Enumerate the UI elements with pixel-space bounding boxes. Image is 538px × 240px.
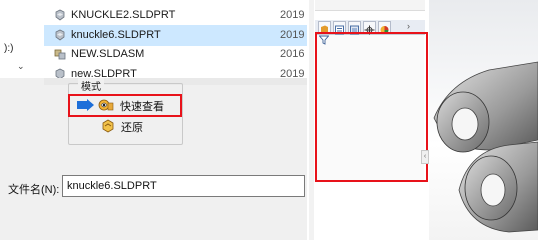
mode-group-title: 模式 [78,78,104,93]
restore-label: 还原 [121,122,143,134]
panel-highlight-box [315,32,428,182]
navigation-pane[interactable]: ):) ⌄ [0,0,44,78]
more-tabs-chevron-icon[interactable]: › [407,21,410,31]
chevron-down-icon[interactable]: ⌄ [17,61,25,72]
sw-assembly-file-icon [54,49,66,60]
solidworks-window: › ‹ [307,0,538,240]
filename-value: knuckle6.SLDPRT [67,180,157,192]
file-list[interactable]: KNUCKLE2.SLDPRT 2019 knuckle6.SLDPRT 201… [44,0,307,78]
file-row[interactable]: NEW.SLDASM 2016 [44,44,307,65]
file-date: 2019 [280,29,305,41]
file-name: KNUCKLE2.SLDPRT [71,9,176,21]
collapse-panel-handle[interactable]: ‹ [421,150,429,164]
file-row-selected[interactable]: knuckle6.SLDPRT 2019 [44,25,307,46]
top-strip [315,0,425,11]
window-divider [309,0,314,240]
restore-icon [102,119,114,133]
filename-label: 文件名(N): [8,184,60,196]
sw-part-file-icon [55,68,65,78]
sw-part-file-icon [55,29,65,41]
sw-part-file-icon [55,9,65,21]
open-file-dialog: ):) ⌄ KNUCKLE2.SLDPRT 2019 knuckle6.SLDP… [0,0,307,240]
filename-input[interactable]: knuckle6.SLDPRT [62,175,305,197]
file-name: knuckle6.SLDPRT [71,29,161,41]
quick-view-highlight-box [68,94,182,117]
file-row[interactable]: KNUCKLE2.SLDPRT 2019 [44,5,307,26]
nav-drive-label[interactable]: ):) [4,43,13,54]
knuckle-model-3d [433,61,538,233]
file-name: new.SLDPRT [71,68,137,78]
graphics-area[interactable] [429,0,538,240]
file-date: 2019 [280,9,305,21]
file-name: NEW.SLDASM [71,48,145,60]
restore-option[interactable]: 还原 [100,117,180,135]
file-row[interactable]: new.SLDPRT 2019 [44,64,307,78]
file-date: 2016 [280,48,305,60]
file-date: 2019 [280,68,305,78]
